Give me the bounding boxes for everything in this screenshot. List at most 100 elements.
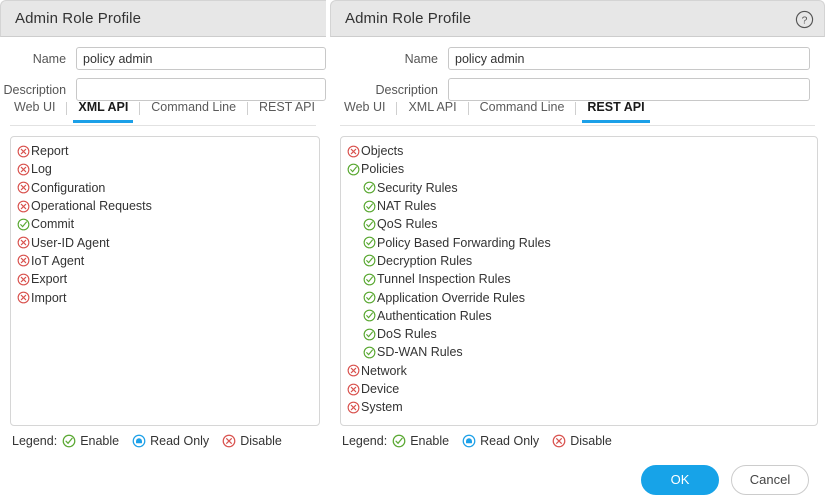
tree-item-label: SD-WAN Rules (377, 345, 463, 360)
tree-row[interactable]: QoS Rules (341, 215, 817, 233)
right-dialog-panel: Admin Role Profile ? Name Description We… (330, 0, 825, 458)
enable-icon[interactable] (363, 309, 376, 322)
tree-row[interactable]: Tunnel Inspection Rules (341, 270, 817, 288)
tab-rest-api[interactable]: REST API (248, 100, 326, 123)
legend-item-label: Disable (570, 434, 612, 448)
tree-item-label: Policy Based Forwarding Rules (377, 235, 551, 250)
legend-item-label: Read Only (480, 434, 540, 448)
ok-button[interactable]: OK (641, 464, 719, 495)
enable-icon[interactable] (363, 346, 376, 359)
disable-icon[interactable] (17, 163, 30, 176)
tree-row[interactable]: Application Override Rules (341, 288, 817, 306)
tree-row[interactable]: Commit (11, 215, 319, 233)
tree-row[interactable]: Security Rules (341, 179, 817, 197)
tab-xml-api[interactable]: XML API (67, 100, 139, 123)
tree-row[interactable]: Policies (341, 160, 817, 178)
disable-icon[interactable] (347, 383, 360, 396)
tree-row[interactable]: Network (341, 362, 817, 380)
description-input[interactable] (76, 78, 326, 101)
tree-item-label: Policies (361, 162, 405, 177)
tree-item-label: Security Rules (377, 180, 458, 195)
right-form-area: Name Description (330, 37, 825, 102)
right-legend: Legend: Enable Read Only Disable (342, 434, 625, 448)
disable-icon[interactable] (347, 145, 360, 158)
tree-row[interactable]: Objects (341, 142, 817, 160)
tab-xml-api[interactable]: XML API (397, 100, 467, 123)
tree-row[interactable]: SD-WAN Rules (341, 343, 817, 361)
tab-web-ui[interactable]: Web UI (14, 100, 66, 123)
enable-icon[interactable] (363, 328, 376, 341)
name-input[interactable] (76, 47, 326, 70)
disable-icon[interactable] (17, 273, 30, 286)
enable-icon[interactable] (347, 163, 360, 176)
left-dialog-titlebar: Admin Role Profile (0, 0, 326, 37)
tree-row[interactable]: Configuration (11, 179, 319, 197)
description-input[interactable] (448, 78, 810, 101)
tree-row[interactable]: Import (11, 288, 319, 306)
tree-row[interactable]: Decryption Rules (341, 252, 817, 270)
right-dialog-titlebar: Admin Role Profile ? (330, 0, 825, 37)
tree-row[interactable]: Log (11, 160, 319, 178)
tree-row[interactable]: IoT Agent (11, 252, 319, 270)
enable-icon[interactable] (363, 254, 376, 267)
tree-row[interactable]: Device (341, 380, 817, 398)
right-tabbar: Web UI XML API Command Line REST API (330, 100, 825, 126)
tree-row[interactable]: Export (11, 270, 319, 288)
legend-item-label: Disable (240, 434, 282, 448)
tree-item-label: Authentication Rules (377, 308, 492, 323)
tab-command-line[interactable]: Command Line (469, 100, 576, 123)
name-label: Name (404, 51, 438, 66)
description-label: Description (3, 82, 67, 97)
legend-item-enable: Enable (62, 434, 119, 448)
disable-icon[interactable] (17, 236, 30, 249)
tree-item-label: Operational Requests (31, 199, 152, 214)
tree-row[interactable]: System (341, 398, 817, 416)
disable-icon[interactable] (17, 200, 30, 213)
name-label: Name (32, 51, 67, 66)
left-form-area: Name Description (0, 37, 326, 102)
enable-icon[interactable] (363, 200, 376, 213)
tree-row[interactable]: User-ID Agent (11, 233, 319, 251)
tree-row[interactable]: NAT Rules (341, 197, 817, 215)
help-icon[interactable]: ? (795, 10, 814, 29)
tree-row[interactable]: DoS Rules (341, 325, 817, 343)
tree-item-label: Commit (31, 217, 75, 232)
left-legend: Legend: Enable Read Only Disable (12, 434, 295, 448)
legend-item-readonly: Read Only (132, 434, 209, 448)
legend-item-readonly: Read Only (462, 434, 539, 448)
disable-icon (552, 434, 566, 448)
enable-icon[interactable] (363, 291, 376, 304)
right-permission-tree[interactable]: Objects Policies Security Rules NAT Rules Qo… (340, 136, 818, 426)
page-title: Admin Role Profile (345, 10, 472, 27)
disable-icon[interactable] (347, 364, 360, 377)
enable-icon[interactable] (363, 218, 376, 231)
tab-rest-api[interactable]: REST API (576, 100, 655, 123)
tree-row[interactable]: Operational Requests (11, 197, 319, 215)
disable-icon[interactable] (17, 181, 30, 194)
name-field-row: Name (0, 46, 326, 71)
name-input[interactable] (448, 47, 810, 70)
readonly-icon (462, 434, 476, 448)
tree-row[interactable]: Authentication Rules (341, 307, 817, 325)
tree-item-label: Objects (361, 144, 404, 159)
legend-title: Legend: (342, 434, 388, 448)
tree-item-label: DoS Rules (377, 327, 437, 342)
disable-icon[interactable] (17, 145, 30, 158)
enable-icon[interactable] (17, 218, 30, 231)
tab-web-ui[interactable]: Web UI (344, 100, 396, 123)
tab-command-line[interactable]: Command Line (140, 100, 247, 123)
enable-icon[interactable] (363, 181, 376, 194)
cancel-button[interactable]: Cancel (731, 464, 809, 495)
disable-icon[interactable] (17, 254, 30, 267)
tree-item-label: Application Override Rules (377, 290, 525, 305)
left-permission-tree[interactable]: Report Log Configuration Operational Reques… (10, 136, 320, 426)
tree-item-label: Device (361, 382, 400, 396)
enable-icon[interactable] (363, 273, 376, 286)
name-field-row: Name (330, 46, 825, 71)
disable-icon[interactable] (347, 401, 360, 414)
tree-item-label: Network (361, 363, 407, 378)
disable-icon[interactable] (17, 291, 30, 304)
tree-row[interactable]: Report (11, 142, 319, 160)
tree-row[interactable]: Policy Based Forwarding Rules (341, 233, 817, 251)
enable-icon[interactable] (363, 236, 376, 249)
